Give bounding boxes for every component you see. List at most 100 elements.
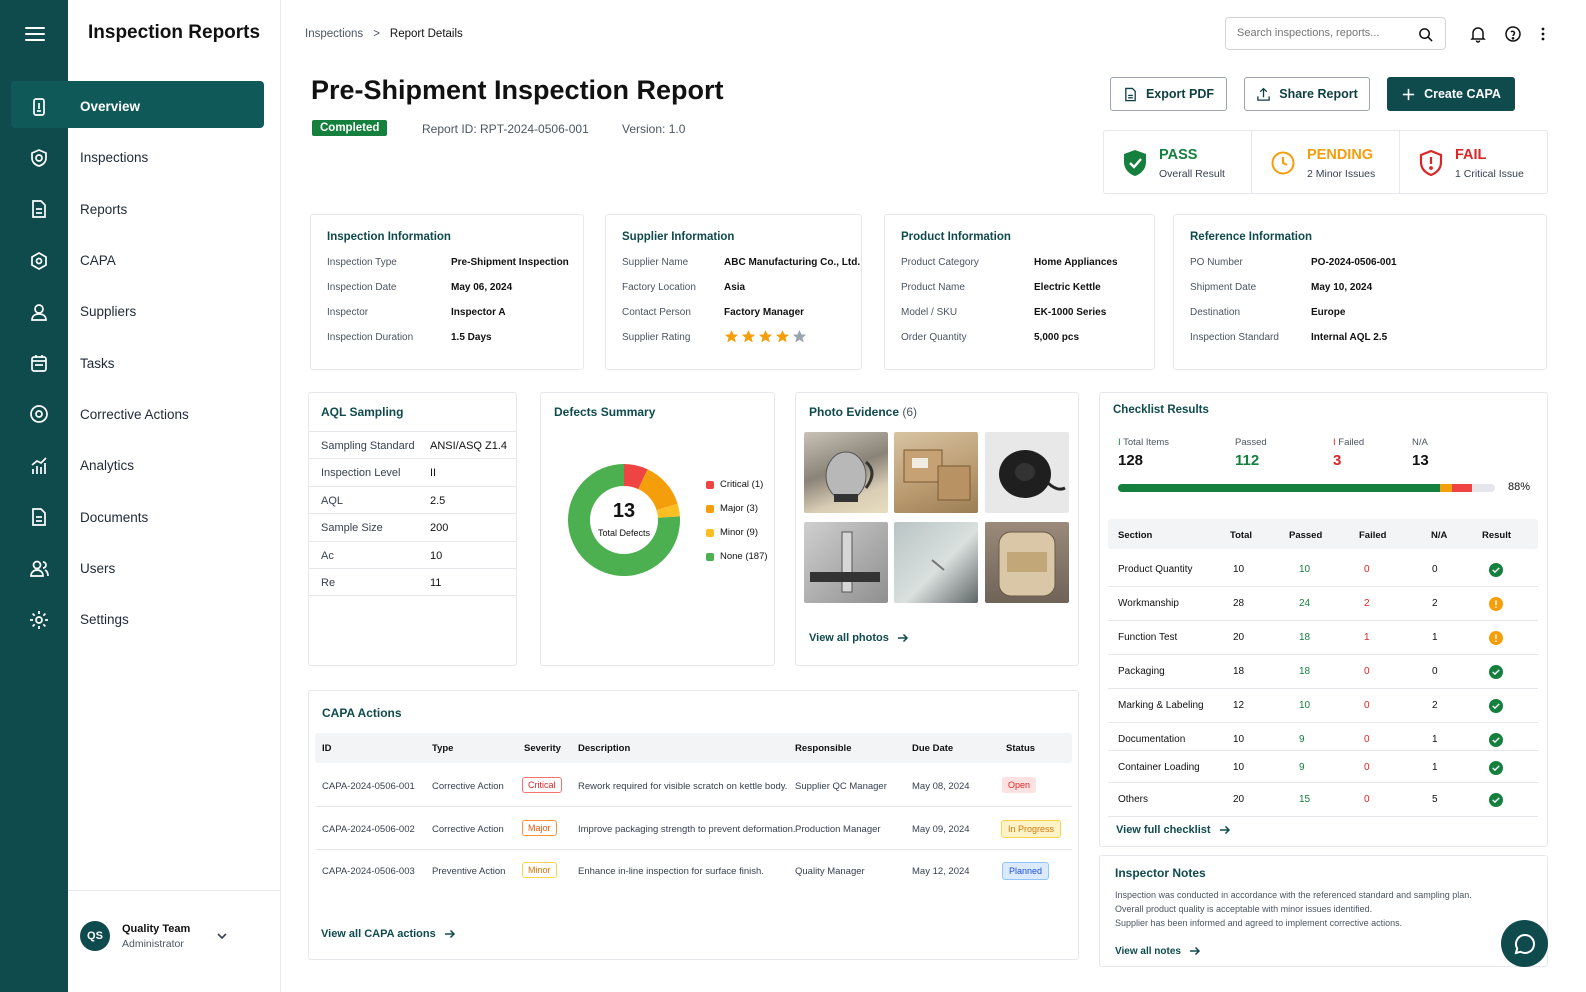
export-pdf-button[interactable]: Export PDF — [1110, 77, 1227, 111]
checklist-row[interactable]: Marking & Labeling 12 10 0 2 — [1108, 689, 1538, 723]
checklist-row[interactable]: Container Loading 10 9 0 1 — [1108, 751, 1538, 783]
col-total: Total — [1230, 530, 1252, 541]
view-full-checklist-link[interactable]: View full checklist — [1116, 824, 1231, 836]
checklist-row[interactable]: Product Quantity 10 10 0 0 — [1108, 553, 1538, 587]
card-title: AQL Sampling — [321, 405, 404, 419]
capa-id[interactable]: CAPA-2024-0506-001 — [322, 781, 415, 792]
result-pass-title: PASS — [1159, 147, 1198, 163]
card-title: Supplier Information — [622, 231, 735, 243]
arrow-right-icon — [897, 633, 908, 643]
card-title: Checklist Results — [1113, 404, 1209, 416]
checklist-passed: 24 — [1299, 598, 1311, 609]
capa-responsible: Quality Manager — [795, 866, 865, 877]
breadcrumb: Inspections > Report Details — [305, 28, 463, 40]
failed-value: 3 — [1333, 452, 1342, 469]
check-circle-icon — [1489, 733, 1503, 747]
checklist-total: 28 — [1233, 598, 1245, 609]
sidebar-item-users[interactable]: Users — [0, 543, 281, 594]
sidebar-item-tasks[interactable]: Tasks — [0, 337, 281, 388]
checklist-row[interactable]: Packaging 18 18 0 0 — [1108, 655, 1538, 689]
star-filled-icon — [758, 330, 773, 343]
checklist-section: Product Quantity — [1118, 564, 1193, 575]
card-title: Defects Summary — [554, 405, 656, 419]
checklist-row[interactable]: Workmanship 28 24 2 2 — [1108, 587, 1538, 621]
info-value: Asia — [724, 282, 746, 293]
checklist-section: Documentation — [1118, 734, 1186, 745]
checklist-total: 10 — [1233, 762, 1245, 773]
aql-key: Re — [321, 577, 336, 589]
view-all-capa-link[interactable]: View all CAPA actions — [321, 928, 456, 940]
packaged-product-photo[interactable] — [985, 522, 1069, 603]
sidebar-item-reports[interactable]: Reports — [0, 184, 281, 235]
card-title: Inspection Information — [327, 231, 451, 243]
info-key: Supplier Rating — [622, 332, 691, 343]
view-all-photos-link[interactable]: View all photos — [809, 632, 909, 644]
aql-value: 11 — [430, 577, 442, 589]
sidebar-item-corrective-actions[interactable]: Corrective Actions — [0, 389, 281, 440]
create-capa-button[interactable]: Create CAPA — [1387, 77, 1515, 111]
sidebar-item-settings[interactable]: Settings — [0, 594, 281, 645]
sidebar-item-label: Reports — [80, 201, 128, 217]
kettle-photo[interactable] — [804, 432, 888, 513]
capa-id[interactable]: CAPA-2024-0506-003 — [322, 866, 415, 877]
checklist-na: 1 — [1432, 762, 1438, 773]
bell-icon[interactable] — [1469, 25, 1487, 43]
check-circle-icon — [1489, 665, 1503, 679]
more-vertical-icon[interactable] — [1539, 25, 1547, 43]
status-badge: Open — [1002, 777, 1037, 793]
na-label: N/A — [1412, 437, 1428, 448]
notes-text: Inspection was conducted in accordance w… — [1115, 888, 1472, 930]
check-circle-icon — [1489, 699, 1503, 713]
carton-boxes-photo[interactable] — [894, 432, 978, 513]
checklist-row[interactable]: Documentation 10 9 0 1 — [1108, 723, 1538, 751]
sidebar-item-overview[interactable]: Overview — [0, 81, 281, 132]
hamburger-menu-icon[interactable] — [24, 24, 46, 44]
checklist-row[interactable]: Function Test 20 18 1 1 — [1108, 621, 1538, 655]
sidebar-item-inspections[interactable]: Inspections — [0, 132, 281, 183]
reports-icon — [28, 198, 50, 220]
search-input[interactable] — [1237, 27, 1407, 39]
capa-due-date: May 12, 2024 — [912, 866, 970, 877]
capa-id[interactable]: CAPA-2024-0506-002 — [322, 824, 415, 835]
sidebar-item-documents[interactable]: Documents — [0, 491, 281, 542]
kettle-base-photo[interactable] — [985, 432, 1069, 513]
share-report-button[interactable]: Share Report — [1244, 77, 1370, 111]
checklist-passed: 18 — [1299, 632, 1311, 643]
checklist-passed: 10 — [1299, 700, 1311, 711]
sidebar-item-suppliers[interactable]: Suppliers — [0, 286, 281, 337]
sidebar-item-label: CAPA — [80, 253, 116, 269]
documents-icon — [28, 506, 50, 528]
sidebar-item-capa[interactable]: CAPA — [0, 235, 281, 286]
users-icon — [28, 557, 50, 579]
search-box[interactable] — [1225, 17, 1446, 50]
defects-summary-card: Defects Summary 13 Total Defects Critica… — [540, 392, 775, 666]
check-circle-icon — [1489, 793, 1503, 807]
chevron-down-icon[interactable] — [216, 929, 228, 941]
progress-passed-segment — [1118, 484, 1441, 492]
checklist-row[interactable]: Others 20 15 0 5 — [1108, 783, 1538, 817]
settings-icon — [28, 609, 50, 631]
info-value: May 10, 2024 — [1311, 282, 1373, 293]
user-profile[interactable]: QS Quality Team Administrator — [68, 890, 281, 992]
help-icon[interactable] — [1504, 25, 1522, 43]
search-icon[interactable] — [1418, 27, 1433, 42]
sidebar-item-label: Corrective Actions — [80, 406, 189, 422]
chat-button[interactable] — [1501, 920, 1548, 967]
info-key: Inspection Date — [327, 282, 397, 293]
sidebar-item-analytics[interactable]: Analytics — [0, 440, 281, 491]
view-all-notes-link[interactable]: View all notes — [1115, 945, 1201, 957]
info-key: Destination — [1190, 307, 1241, 318]
plus-icon — [1402, 88, 1415, 100]
aql-value: 2.5 — [430, 494, 446, 507]
donut-center: 13 Total Defects — [554, 450, 694, 590]
capa-description: Enhance in-line inspection for surface f… — [578, 866, 764, 877]
breadcrumb-parent[interactable]: Inspections — [305, 28, 363, 40]
measurement-tool-photo[interactable] — [804, 522, 888, 603]
aql-key: Sample Size — [321, 522, 383, 535]
aql-sampling-card: AQL Sampling Sampling Standard ANSI/ASQ Z… — [308, 392, 517, 666]
surface-scratch-photo[interactable] — [894, 522, 978, 603]
overview-icon — [28, 96, 50, 118]
aql-key: Ac — [321, 549, 334, 562]
capa-description: Rework required for visible scratch on k… — [578, 781, 788, 792]
checklist-total: 20 — [1233, 794, 1245, 805]
